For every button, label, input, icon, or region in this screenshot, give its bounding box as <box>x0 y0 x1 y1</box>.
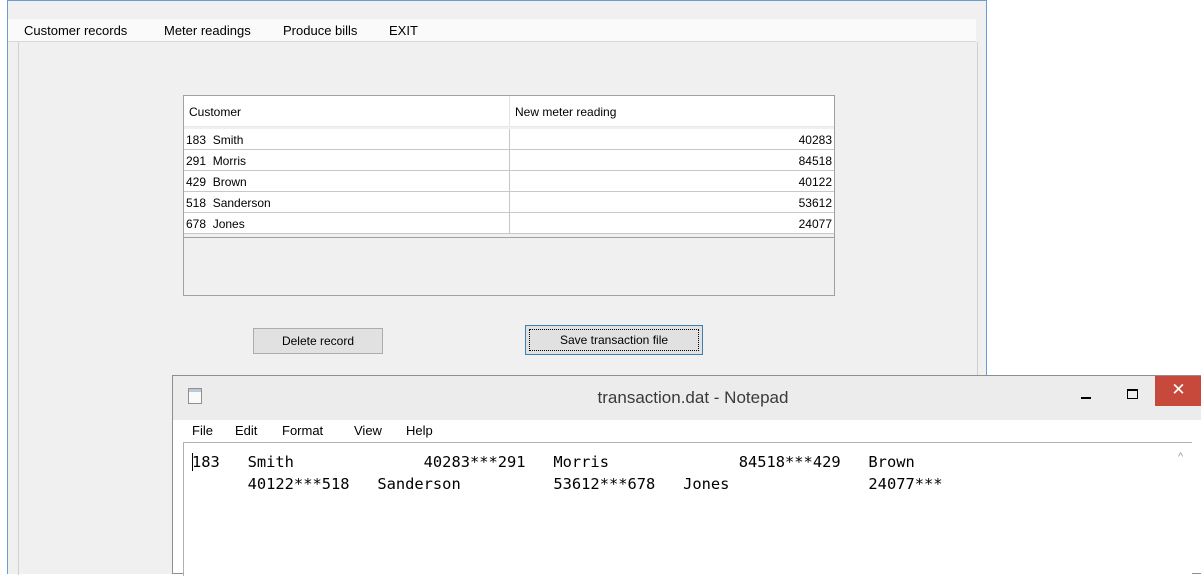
notepad-window: transaction.dat - Notepad ✕ File Edit Fo… <box>172 375 1201 576</box>
customer-cell[interactable]: 291 Morris <box>186 154 246 168</box>
table-row[interactable]: 183 Smith 40283 <box>184 129 834 150</box>
notepad-text: 183 Smith 40283***291 Morris 84518***429… <box>192 453 943 493</box>
customer-cell[interactable]: 678 Jones <box>186 217 245 231</box>
menu-format[interactable]: Format <box>282 423 323 438</box>
table-row[interactable]: 429 Brown 40122 <box>184 171 834 192</box>
reading-cell[interactable]: 40283 <box>799 133 832 147</box>
reading-cell[interactable]: 53612 <box>799 196 832 210</box>
menu-file[interactable]: File <box>192 423 213 438</box>
minimize-icon[interactable] <box>1063 376 1109 406</box>
menu-produce-bills[interactable]: Produce bills <box>283 23 357 38</box>
column-header-label: New meter reading <box>515 105 617 119</box>
customer-cell[interactable]: 183 Smith <box>186 133 243 147</box>
notepad-menubar: File Edit Format View Help <box>173 420 1201 442</box>
delete-record-button[interactable]: Delete record <box>253 328 383 354</box>
menu-customer-records[interactable]: Customer records <box>24 23 127 38</box>
save-button-label: Save transaction file <box>559 333 669 347</box>
table-row[interactable]: 518 Sanderson 53612 <box>184 192 834 213</box>
menu-edit[interactable]: Edit <box>235 423 257 438</box>
save-transaction-file-button[interactable]: Save transaction file <box>525 325 703 355</box>
window-title: transaction.dat - Notepad <box>597 388 789 407</box>
maximize-icon[interactable] <box>1109 376 1155 406</box>
reading-cell[interactable]: 84518 <box>799 154 832 168</box>
reading-cell[interactable]: 40122 <box>799 175 832 189</box>
close-icon[interactable]: ✕ <box>1155 376 1201 406</box>
menu-meter-readings[interactable]: Meter readings <box>164 23 251 38</box>
customer-cell[interactable]: 518 Sanderson <box>186 196 271 210</box>
column-header-label: Customer <box>189 105 242 119</box>
reading-cell[interactable]: 24077 <box>799 217 832 231</box>
menu-help[interactable]: Help <box>406 423 433 438</box>
notepad-titlebar[interactable]: transaction.dat - Notepad ✕ <box>173 376 1201 420</box>
table-row[interactable]: 291 Morris 84518 <box>184 150 834 171</box>
notepad-text-area[interactable]: 183 Smith 40283***291 Morris 84518***429… <box>183 442 1192 576</box>
scroll-up-icon[interactable]: ^ <box>1178 451 1183 463</box>
table-row[interactable]: 678 Jones 24077 <box>184 213 834 234</box>
meter-readings-grid[interactable]: Customer New meter reading 183 Smith 402… <box>183 95 835 296</box>
grid-divider <box>184 237 834 238</box>
app-menubar: Customer records Meter readings Produce … <box>8 19 976 42</box>
menu-exit[interactable]: EXIT <box>389 23 418 38</box>
column-header-customer[interactable]: Customer <box>184 96 510 127</box>
customer-cell[interactable]: 429 Brown <box>186 175 247 189</box>
column-header-reading[interactable]: New meter reading <box>510 96 834 127</box>
menu-view[interactable]: View <box>354 423 382 438</box>
